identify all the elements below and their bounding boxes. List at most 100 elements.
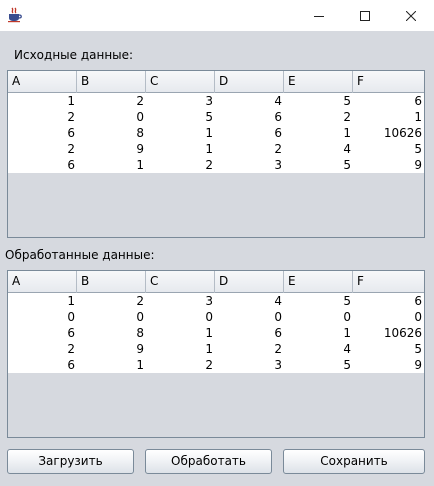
table-cell[interactable]: 2 (77, 93, 146, 109)
table-cell[interactable]: 5 (284, 157, 353, 173)
column-header[interactable]: D (215, 71, 284, 93)
processed-table-header: ABCDEF (8, 271, 424, 293)
table-cell[interactable]: 5 (146, 109, 215, 125)
table-cell[interactable]: 2 (146, 357, 215, 373)
java-app-icon (7, 7, 23, 23)
table-row[interactable]: 6 8 1 6 1 10626 (8, 125, 424, 141)
table-cell[interactable]: 9 (77, 341, 146, 357)
table-cell[interactable]: 1 (8, 293, 77, 309)
table-cell[interactable]: 6 (353, 293, 424, 309)
table-cell[interactable]: 1 (146, 325, 215, 341)
table-row[interactable]: 612359 (8, 157, 424, 173)
table-cell[interactable]: 4 (215, 293, 284, 309)
table-cell[interactable]: 0 (215, 309, 284, 325)
table-row[interactable]: 123456 (8, 93, 424, 109)
column-header[interactable]: A (8, 271, 77, 293)
table-cell[interactable]: 2 (8, 341, 77, 357)
table-cell[interactable]: 2 (77, 293, 146, 309)
process-button[interactable]: Обработать (145, 449, 272, 474)
table-cell[interactable]: 8 (77, 325, 146, 341)
maximize-button[interactable] (342, 0, 388, 31)
table-cell[interactable]: 2 (284, 109, 353, 125)
column-header[interactable]: E (284, 271, 353, 293)
column-header[interactable]: B (77, 71, 146, 93)
table-cell[interactable]: 6 (8, 157, 77, 173)
table-row[interactable]: 612359 (8, 357, 424, 373)
save-button[interactable]: Сохранить (283, 449, 425, 474)
table-cell[interactable]: 3 (146, 93, 215, 109)
table-cell[interactable]: 6 (353, 93, 424, 109)
table-cell[interactable]: 6 (8, 325, 77, 341)
table-cell[interactable]: 3 (215, 157, 284, 173)
table-cell[interactable]: 6 (8, 125, 77, 141)
table-row[interactable]: 6 8 1 6 1 10626 (8, 325, 424, 341)
column-header[interactable]: A (8, 71, 77, 93)
table-cell[interactable]: 5 (353, 341, 424, 357)
table-cell[interactable]: 9 (77, 141, 146, 157)
column-header[interactable]: E (284, 71, 353, 93)
maximize-icon (360, 10, 370, 21)
table-cell[interactable]: 0 (8, 309, 77, 325)
window-content: Исходные данные: ABCDEF 1234562056216816… (0, 31, 434, 486)
column-header[interactable]: C (146, 71, 215, 93)
table-cell[interactable]: 8 (77, 125, 146, 141)
table-cell[interactable]: 6 (8, 357, 77, 373)
table-row[interactable]: 123456 (8, 293, 424, 309)
table-cell[interactable]: 2 (215, 341, 284, 357)
table-cell[interactable]: 1 (77, 357, 146, 373)
table-cell[interactable]: 3 (215, 357, 284, 373)
table-cell[interactable]: 4 (284, 141, 353, 157)
table-cell[interactable]: 0 (77, 309, 146, 325)
source-table-header: ABCDEF (8, 71, 424, 93)
table-row[interactable]: 291245 (8, 341, 424, 357)
table-cell[interactable]: 5 (353, 141, 424, 157)
column-header[interactable]: F (353, 71, 424, 93)
table-cell[interactable]: 4 (284, 341, 353, 357)
table-cell[interactable]: 1 (146, 341, 215, 357)
table-cell[interactable]: 9 (353, 357, 424, 373)
table-cell[interactable]: 0 (353, 309, 424, 325)
table-cell[interactable]: 5 (284, 93, 353, 109)
table-cell[interactable]: 1 (353, 109, 424, 125)
table-cell[interactable]: 1 (146, 125, 215, 141)
table-cell[interactable]: 0 (284, 309, 353, 325)
table-cell[interactable]: 1 (8, 93, 77, 109)
table-cell[interactable]: 6 (215, 125, 284, 141)
table-cell[interactable]: 2 (8, 109, 77, 125)
processed-data-table[interactable]: ABCDEF 1 2 3 4 5 6 0 0 0 0 0 0 6 8 1 6 1 10626 2 9 1 2 4 5 6 1 2 3 5… (7, 270, 425, 438)
table-cell[interactable]: 2 (8, 141, 77, 157)
load-button[interactable]: Загрузить (7, 449, 134, 474)
column-header[interactable]: F (353, 271, 424, 293)
source-data-table[interactable]: ABCDEF 1 2 3 4 5 6 2 0 5 6 2 1 6 8 1 6 1 10626 2 9 1 2 4 5 6 1 2 3 5… (7, 70, 425, 238)
table-cell[interactable]: 6 (215, 109, 284, 125)
close-button[interactable] (388, 0, 434, 31)
minimize-icon (314, 15, 324, 17)
column-header[interactable]: D (215, 271, 284, 293)
table-cell[interactable]: 3 (146, 293, 215, 309)
table-cell[interactable]: 10626 (353, 125, 424, 141)
table-cell[interactable]: 0 (77, 109, 146, 125)
source-table-body: 1 2 3 4 5 6 2 0 5 6 2 1 6 8 1 6 1 10626 2 9 1 2 4 5 6 1 2 3 5 9 (8, 93, 424, 173)
minimize-button[interactable] (296, 0, 342, 31)
table-cell[interactable]: 5 (284, 357, 353, 373)
table-cell[interactable]: 9 (353, 157, 424, 173)
table-cell[interactable]: 5 (284, 293, 353, 309)
table-cell[interactable]: 4 (215, 93, 284, 109)
table-row[interactable]: 205621 (8, 109, 424, 125)
table-cell[interactable]: 6 (215, 325, 284, 341)
title-bar (0, 0, 434, 31)
table-cell[interactable]: 1 (284, 125, 353, 141)
table-row[interactable]: 291245 (8, 141, 424, 157)
column-header[interactable]: B (77, 271, 146, 293)
table-cell[interactable]: 2 (146, 157, 215, 173)
table-cell[interactable]: 10626 (353, 325, 424, 341)
table-cell[interactable]: 1 (77, 157, 146, 173)
column-header[interactable]: C (146, 271, 215, 293)
table-cell[interactable]: 1 (146, 141, 215, 157)
close-icon (406, 10, 416, 21)
processed-table-body: 1 2 3 4 5 6 0 0 0 0 0 0 6 8 1 6 1 10626 2 9 1 2 4 5 6 1 2 3 5 9 (8, 293, 424, 373)
table-cell[interactable]: 0 (146, 309, 215, 325)
table-row[interactable]: 000000 (8, 309, 424, 325)
table-cell[interactable]: 2 (215, 141, 284, 157)
table-cell[interactable]: 1 (284, 325, 353, 341)
